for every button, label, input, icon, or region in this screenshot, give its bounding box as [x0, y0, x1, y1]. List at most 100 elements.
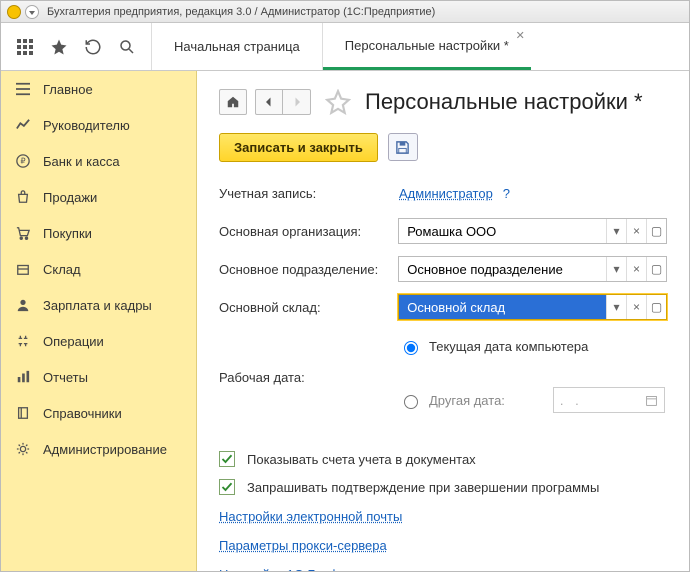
gear-icon	[15, 441, 31, 457]
sidebar-item-reports[interactable]: Отчеты	[1, 359, 196, 395]
toolbar-icons	[1, 23, 152, 70]
link-bukhphone[interactable]: Настройка 1С-Бухфон	[219, 567, 354, 571]
open-icon[interactable]: ▢	[646, 257, 666, 281]
sidebar-item-warehouse[interactable]: Склад	[1, 251, 196, 287]
main-area: Главное Руководителю ₽ Банк и касса Прод…	[1, 71, 689, 571]
row-organization: Основная организация: ▾ × ▢	[219, 218, 667, 244]
back-button[interactable]	[255, 89, 283, 115]
sidebar-label: Продажи	[43, 190, 97, 205]
titlebar-dropdown-icon[interactable]	[25, 5, 39, 19]
bars-icon	[15, 369, 31, 385]
sidebar-label: Склад	[43, 262, 81, 277]
bag-icon	[15, 189, 31, 205]
dept-combo[interactable]: ▾ × ▢	[398, 256, 667, 282]
ruble-icon: ₽	[15, 153, 31, 169]
apps-icon[interactable]	[15, 37, 35, 57]
clear-icon[interactable]: ×	[626, 295, 646, 319]
page-header: Персональные настройки *	[219, 89, 667, 115]
row-account: Учетная запись: Администратор ?	[219, 180, 667, 206]
radio-other-label: Другая дата:	[429, 393, 505, 408]
sidebar-item-operations[interactable]: Операции	[1, 323, 196, 359]
account-link[interactable]: Администратор	[399, 186, 493, 201]
save-close-button[interactable]: Записать и закрыть	[219, 133, 378, 162]
radio-other-date[interactable]: Другая дата: . .	[399, 387, 665, 413]
dropdown-icon[interactable]: ▾	[606, 219, 626, 243]
dropdown-icon[interactable]: ▾	[606, 257, 626, 281]
sidebar-item-main[interactable]: Главное	[1, 71, 196, 107]
save-button[interactable]	[388, 133, 418, 161]
help-icon[interactable]: ?	[503, 186, 510, 201]
link-email-settings[interactable]: Настройки электронной почты	[219, 509, 402, 524]
dept-input[interactable]	[399, 257, 606, 281]
nav-group	[255, 89, 311, 115]
radio-current-input[interactable]	[404, 341, 418, 355]
dept-label: Основное подразделение:	[219, 262, 398, 277]
content: Персональные настройки * Записать и закр…	[197, 71, 689, 571]
window-title: Бухгалтерия предприятия, редакция 3.0 / …	[47, 6, 435, 18]
row-store: Основной склад: ▾ × ▢	[219, 294, 667, 320]
row-department: Основное подразделение: ▾ × ▢	[219, 256, 667, 282]
tab-settings-label: Персональные настройки *	[345, 38, 509, 53]
sidebar-label: Банк и касса	[43, 154, 120, 169]
dropdown-icon[interactable]: ▾	[606, 295, 626, 319]
radio-current-label: Текущая дата компьютера	[429, 339, 588, 354]
org-combo[interactable]: ▾ × ▢	[398, 218, 667, 244]
store-combo[interactable]: ▾ × ▢	[398, 294, 667, 320]
sidebar-item-sales[interactable]: Продажи	[1, 179, 196, 215]
link-proxy-settings[interactable]: Параметры прокси-сервера	[219, 538, 387, 553]
svg-text:₽: ₽	[20, 157, 25, 166]
org-input[interactable]	[399, 219, 606, 243]
sidebar-label: Зарплата и кадры	[43, 298, 152, 313]
store-label: Основной склад:	[219, 300, 398, 315]
chk-show-accounts-label: Показывать счета учета в документах	[247, 452, 476, 467]
store-input[interactable]	[399, 295, 606, 319]
ops-icon	[15, 333, 31, 349]
links-block: Настройки электронной почты Параметры пр…	[219, 509, 667, 571]
clear-icon[interactable]: ×	[626, 219, 646, 243]
sidebar-item-references[interactable]: Справочники	[1, 395, 196, 431]
sidebar-label: Покупки	[43, 226, 92, 241]
checkbox-show-accounts[interactable]	[219, 451, 235, 467]
workdate-label: Рабочая дата:	[219, 370, 399, 385]
star-icon[interactable]	[49, 37, 69, 57]
row-show-accounts[interactable]: Показывать счета учета в документах	[219, 451, 667, 467]
sidebar-item-bank[interactable]: ₽ Банк и касса	[1, 143, 196, 179]
book-icon	[15, 405, 31, 421]
calendar-icon	[645, 394, 658, 407]
clear-icon[interactable]: ×	[626, 257, 646, 281]
tab-settings[interactable]: Персональные настройки * ✕	[323, 23, 531, 70]
sidebar-label: Отчеты	[43, 370, 88, 385]
date-input[interactable]: . .	[553, 387, 665, 413]
search-icon[interactable]	[117, 37, 137, 57]
sidebar-item-purchases[interactable]: Покупки	[1, 215, 196, 251]
box-icon	[15, 261, 31, 277]
chart-icon	[15, 117, 31, 133]
sidebar-item-manager[interactable]: Руководителю	[1, 107, 196, 143]
checkbox-confirm-exit[interactable]	[219, 479, 235, 495]
sidebar-label: Справочники	[43, 406, 122, 421]
forward-button[interactable]	[283, 89, 311, 115]
app-icon	[7, 5, 21, 19]
org-label: Основная организация:	[219, 224, 398, 239]
tab-close-icon[interactable]: ✕	[516, 29, 525, 42]
row-confirm-exit[interactable]: Запрашивать подтверждение при завершении…	[219, 479, 667, 495]
person-icon	[15, 297, 31, 313]
page-title: Персональные настройки *	[365, 89, 643, 115]
date-placeholder: . .	[560, 393, 583, 408]
chk-confirm-exit-label: Запрашивать подтверждение при завершении…	[247, 480, 599, 495]
window-titlebar: Бухгалтерия предприятия, редакция 3.0 / …	[1, 1, 689, 23]
top-toolbar: Начальная страница Персональные настройк…	[1, 23, 689, 71]
radio-other-input[interactable]	[404, 395, 418, 409]
account-label: Учетная запись:	[219, 186, 399, 201]
open-icon[interactable]: ▢	[646, 295, 666, 319]
sidebar-label: Администрирование	[43, 442, 167, 457]
open-icon[interactable]: ▢	[646, 219, 666, 243]
home-button[interactable]	[219, 89, 247, 115]
sidebar-label: Главное	[43, 82, 93, 97]
sidebar-item-admin[interactable]: Администрирование	[1, 431, 196, 467]
sidebar-item-hr[interactable]: Зарплата и кадры	[1, 287, 196, 323]
radio-current-date[interactable]: Текущая дата компьютера	[399, 338, 588, 355]
history-icon[interactable]	[83, 37, 103, 57]
favorite-icon[interactable]	[325, 89, 351, 115]
tab-home[interactable]: Начальная страница	[152, 23, 322, 70]
